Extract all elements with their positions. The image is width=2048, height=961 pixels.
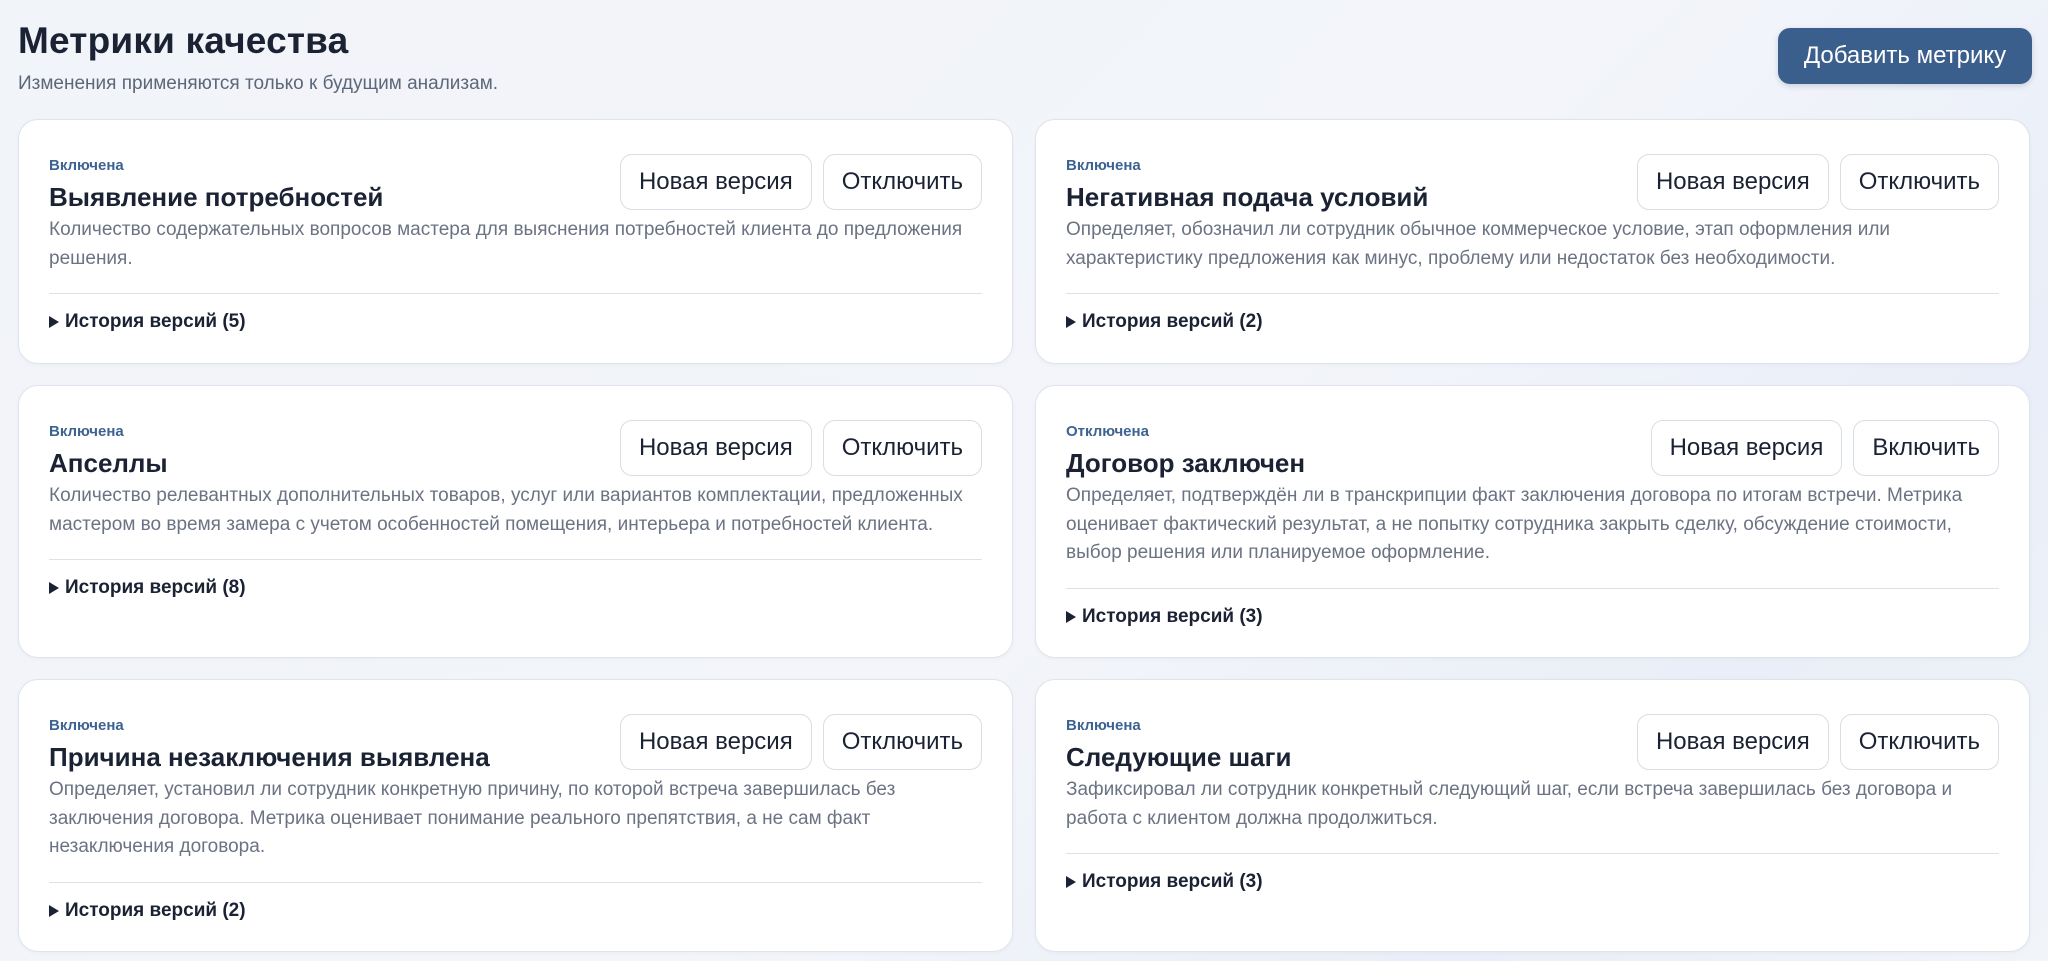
triangle-right-icon bbox=[1066, 316, 1076, 328]
toggle-metric-button[interactable]: Отключить bbox=[1839, 714, 1999, 770]
triangle-right-icon bbox=[1066, 610, 1076, 623]
version-history-label: История версий (2) bbox=[1082, 311, 1263, 332]
page-subtitle: Изменения применяются только к будущим а… bbox=[18, 73, 499, 94]
metric-description: Определяет, установил ли сотрудник конкр… bbox=[49, 779, 896, 857]
divider bbox=[49, 559, 982, 560]
metrics-grid: Включена Выявление потребностей Новая ве… bbox=[18, 119, 2032, 952]
toggle-metric-button[interactable]: Включить bbox=[1853, 420, 1999, 476]
version-history-label: История версий (3) bbox=[1082, 605, 1263, 627]
divider bbox=[1066, 587, 1999, 589]
toggle-metric-button[interactable]: Отключить bbox=[822, 714, 982, 770]
metric-actions: Новая версия Отключить bbox=[1636, 154, 1999, 210]
metric-card: Включена Причина незаключения выявлена Н… bbox=[18, 679, 1013, 952]
triangle-right-icon bbox=[1066, 876, 1076, 888]
metric-description: Зафиксировал ли сотрудник конкретный сле… bbox=[1066, 779, 1953, 829]
metric-description: Количество содержательных вопросов масте… bbox=[49, 219, 963, 269]
new-version-button[interactable]: Новая версия bbox=[619, 154, 812, 210]
metric-card: Включена Апселлы Новая версия Отключить … bbox=[18, 385, 1013, 658]
toggle-metric-button[interactable]: Отключить bbox=[1839, 154, 1999, 210]
metric-card: Отключена Договор заключен Новая версия … bbox=[1035, 385, 2030, 658]
divider bbox=[1066, 293, 1999, 294]
version-history-toggle[interactable]: История версий (8) bbox=[49, 576, 982, 600]
triangle-right-icon bbox=[49, 582, 59, 594]
metric-card: Включена Следующие шаги Новая версия Отк… bbox=[1035, 679, 2030, 952]
metric-description: Определяет, обозначил ли сотрудник обычн… bbox=[1066, 219, 1891, 269]
metric-card: Включена Негативная подача условий Новая… bbox=[1035, 119, 2030, 364]
version-history-label: История версий (5) bbox=[65, 311, 246, 332]
toggle-metric-button[interactable]: Отключить bbox=[822, 154, 982, 210]
metric-description: Количество релевантных дополнительных то… bbox=[49, 485, 963, 535]
new-version-button[interactable]: Новая версия bbox=[619, 714, 812, 770]
triangle-right-icon bbox=[49, 904, 59, 917]
version-history-label: История версий (3) bbox=[1082, 871, 1263, 892]
metric-actions: Новая версия Отключить bbox=[619, 420, 982, 476]
triangle-right-icon bbox=[49, 316, 59, 328]
metric-actions: Новая версия Включить bbox=[1650, 420, 1999, 476]
version-history-toggle[interactable]: История версий (2) bbox=[1066, 310, 1999, 334]
metric-description: Определяет, подтверждён ли в транскрипци… bbox=[1066, 485, 1963, 563]
new-version-button[interactable]: Новая версия bbox=[1636, 714, 1829, 770]
version-history-toggle[interactable]: История версий (3) bbox=[1066, 870, 1999, 894]
page-title: Метрики качества bbox=[18, 20, 349, 61]
divider bbox=[49, 881, 982, 883]
version-history-label: История версий (8) bbox=[65, 577, 246, 598]
new-version-button[interactable]: Новая версия bbox=[619, 420, 812, 476]
page-header: Метрики качества Изменения применяются т… bbox=[18, 18, 2032, 98]
new-version-button[interactable]: Новая версия bbox=[1636, 154, 1829, 210]
metric-actions: Новая версия Отключить bbox=[619, 154, 982, 210]
metric-actions: Новая версия Отключить bbox=[1636, 714, 1999, 770]
divider bbox=[1066, 853, 1999, 854]
new-version-button[interactable]: Новая версия bbox=[1650, 420, 1843, 476]
metric-card: Включена Выявление потребностей Новая ве… bbox=[18, 119, 1013, 364]
add-metric-button[interactable]: Добавить метрику bbox=[1778, 28, 2032, 84]
metric-actions: Новая версия Отключить bbox=[619, 714, 982, 770]
version-history-label: История версий (2) bbox=[65, 899, 246, 921]
version-history-toggle[interactable]: История версий (2) bbox=[49, 899, 982, 923]
version-history-toggle[interactable]: История версий (3) bbox=[1066, 605, 1999, 629]
toggle-metric-button[interactable]: Отключить bbox=[822, 420, 982, 476]
divider bbox=[49, 293, 982, 294]
version-history-toggle[interactable]: История версий (5) bbox=[49, 310, 982, 334]
